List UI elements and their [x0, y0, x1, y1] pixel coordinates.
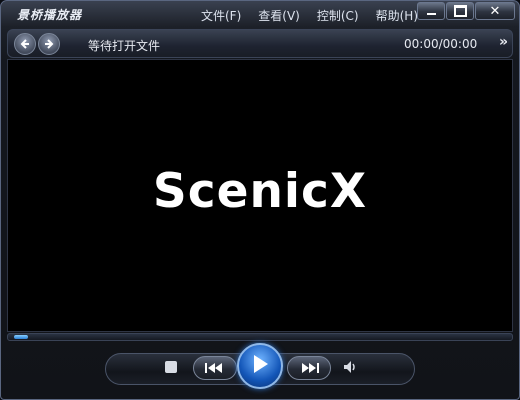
video-logo: ScenicX [152, 164, 368, 219]
app-title: 景桥播放器 [17, 8, 83, 22]
video-area[interactable]: ScenicX [7, 59, 513, 332]
close-button[interactable]: ✕ [475, 2, 515, 20]
maximize-button[interactable] [446, 2, 474, 20]
close-icon: ✕ [489, 3, 501, 19]
maximize-icon [453, 5, 467, 17]
stop-button[interactable] [165, 361, 177, 373]
menu-view[interactable]: 查看(V) [258, 7, 300, 23]
play-icon [249, 352, 271, 380]
skip-previous-icon [203, 359, 227, 378]
arrow-right-icon [43, 38, 55, 50]
minimize-icon [426, 13, 436, 15]
player-window: 景桥播放器 文件(F) 查看(V) 控制(C) 帮助(H) ✕ 等待打开文件 0… [0, 0, 520, 400]
volume-button[interactable] [342, 359, 358, 379]
status-text: 等待打开文件 [88, 39, 161, 53]
time-display: 00:00/00:00 [404, 37, 478, 51]
play-button[interactable] [237, 343, 283, 389]
skip-next-icon [297, 359, 321, 378]
menu-help[interactable]: 帮助(H) [376, 7, 418, 23]
more-icon[interactable]: » [499, 34, 508, 50]
next-button[interactable] [287, 356, 331, 380]
volume-icon [342, 360, 358, 379]
minimize-button[interactable] [417, 2, 445, 20]
menu-control[interactable]: 控制(C) [317, 7, 359, 23]
status-bar: 等待打开文件 00:00/00:00 » [7, 29, 513, 58]
seek-bar[interactable] [7, 333, 513, 341]
menu-bar: 文件(F) 查看(V) 控制(C) 帮助(H) [201, 7, 435, 23]
seek-thumb[interactable] [14, 335, 28, 339]
arrow-left-icon [19, 38, 31, 50]
back-button[interactable] [14, 33, 36, 55]
forward-button[interactable] [38, 33, 60, 55]
previous-button[interactable] [193, 356, 237, 380]
menu-file[interactable]: 文件(F) [201, 7, 241, 23]
title-bar[interactable]: 景桥播放器 文件(F) 查看(V) 控制(C) 帮助(H) ✕ [1, 1, 519, 28]
